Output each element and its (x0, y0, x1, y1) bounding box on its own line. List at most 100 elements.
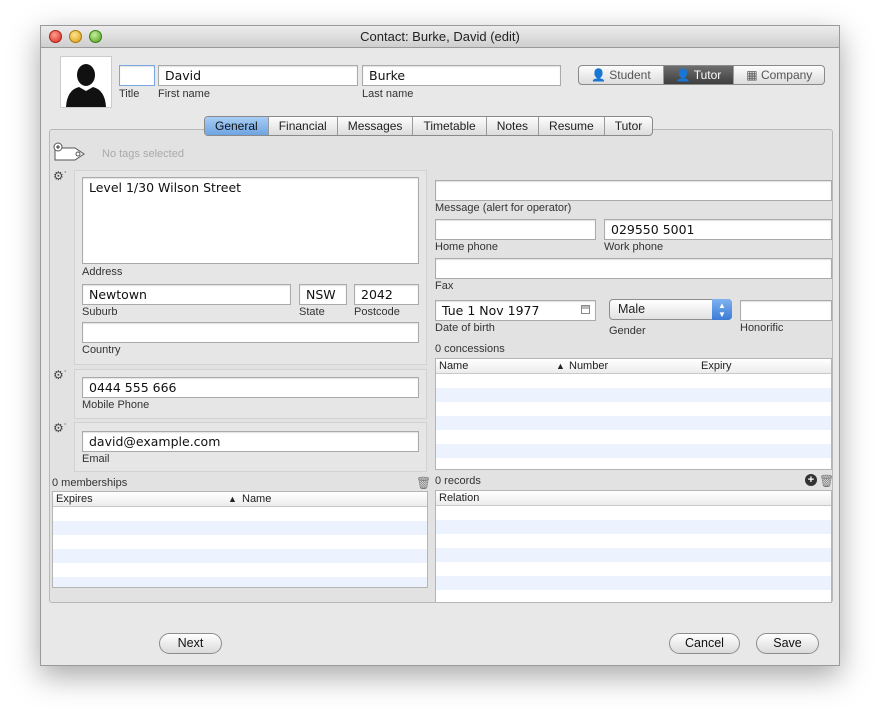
column-number[interactable]: Number (569, 360, 608, 372)
add-record-icon[interactable]: + (805, 474, 817, 486)
cancel-button[interactable]: Cancel (669, 633, 740, 654)
table-row (436, 562, 831, 576)
tab-messages[interactable]: Messages (338, 117, 414, 135)
address-gear-icon[interactable]: ⚙˙ (53, 170, 68, 182)
state-label: State (299, 306, 325, 318)
tags-placeholder: No tags selected (102, 148, 184, 160)
tab-general[interactable]: General (205, 117, 269, 135)
general-tab-panel: No tags selected ⚙˙ Level 1/30 Wilson St… (49, 129, 834, 603)
date-of-birth-field[interactable]: Tue 1 Nov 1977 (435, 300, 596, 321)
sort-ascending-icon: ▲ (228, 494, 237, 504)
role-company-button[interactable]: ▦ Company (734, 66, 824, 84)
table-row (436, 402, 831, 416)
home-phone-field[interactable] (435, 219, 596, 240)
calendar-icon[interactable] (581, 305, 590, 314)
column-name[interactable]: Name (242, 493, 271, 505)
student-icon: 👤 (591, 68, 610, 82)
role-tutor-label: Tutor (693, 68, 722, 82)
first-name-field[interactable]: David (158, 65, 358, 86)
table-row (436, 520, 831, 534)
address-label: Address (82, 266, 123, 278)
table-row (436, 506, 831, 520)
mobile-phone-field[interactable]: 0444 555 666 (82, 377, 419, 398)
last-name-label: Last name (362, 88, 414, 100)
title-label: Title (119, 88, 140, 100)
fax-field[interactable] (435, 258, 832, 279)
table-row (53, 549, 427, 563)
delete-membership-icon[interactable]: 🗑 (416, 476, 431, 490)
role-student-button[interactable]: 👤 Student (579, 66, 664, 84)
tab-tutor[interactable]: Tutor (605, 117, 653, 135)
table-row (436, 458, 831, 469)
records-table[interactable]: Relation (435, 490, 832, 603)
table-row (53, 563, 427, 577)
role-student-label: Student (609, 68, 651, 82)
title-field[interactable] (119, 65, 155, 86)
column-expires[interactable]: Expires (56, 493, 93, 505)
operator-message-field[interactable] (435, 180, 832, 201)
title-bar: Contact: Burke, David (edit) (41, 26, 839, 48)
table-row (436, 548, 831, 562)
tab-bar: General Financial Messages Timetable Not… (204, 116, 654, 136)
memberships-count: 0 memberships (52, 477, 128, 489)
contact-window: Contact: Burke, David (edit) Title David… (40, 25, 840, 666)
close-window-button[interactable] (49, 30, 62, 43)
gender-label: Gender (609, 325, 646, 337)
select-arrows-icon: ▲ ▼ (712, 299, 732, 320)
address-field[interactable]: Level 1/30 Wilson Street (82, 177, 419, 264)
date-of-birth-value: Tue 1 Nov 1977 (442, 303, 540, 318)
date-of-birth-label: Date of birth (435, 322, 495, 334)
tab-financial[interactable]: Financial (269, 117, 338, 135)
email-field[interactable]: david@example.com (82, 431, 419, 452)
first-name-label: First name (158, 88, 210, 100)
add-tag-icon[interactable] (53, 142, 87, 162)
tutor-icon: 👤 (675, 68, 694, 82)
role-tutor-button[interactable]: 👤 Tutor (663, 66, 735, 84)
person-silhouette-icon (66, 64, 106, 107)
company-icon: ▦ (746, 68, 761, 82)
next-button[interactable]: Next (159, 633, 222, 654)
state-field[interactable]: NSW (299, 284, 347, 305)
column-relation[interactable]: Relation (439, 492, 479, 504)
table-row (436, 374, 831, 388)
minimize-window-button[interactable] (69, 30, 82, 43)
work-phone-field[interactable]: 029550 5001 (604, 219, 832, 240)
avatar[interactable] (60, 56, 112, 108)
email-gear-icon[interactable]: ⚙˙ (53, 422, 68, 434)
table-row (436, 388, 831, 402)
sort-ascending-icon: ▲ (556, 361, 565, 371)
last-name-field[interactable]: Burke (362, 65, 561, 86)
home-phone-label: Home phone (435, 241, 498, 253)
records-table-header: Relation (436, 491, 831, 506)
postcode-field[interactable]: 2042 (354, 284, 419, 305)
column-expiry[interactable]: Expiry (701, 360, 732, 372)
column-name[interactable]: Name (439, 360, 468, 372)
concessions-table-header: Name ▲ Number Expiry (436, 359, 831, 374)
gender-value: Male (618, 302, 646, 316)
delete-record-icon[interactable]: 🗑 (819, 474, 834, 488)
table-row (53, 577, 427, 587)
save-button[interactable]: Save (756, 633, 819, 654)
email-label: Email (82, 453, 110, 465)
table-row (436, 534, 831, 548)
memberships-table[interactable]: Expires ▲ Name (52, 491, 428, 588)
honorific-label: Honorific (740, 322, 784, 334)
table-row (436, 590, 831, 602)
tab-resume[interactable]: Resume (539, 117, 605, 135)
tab-timetable[interactable]: Timetable (413, 117, 487, 135)
concessions-table[interactable]: Name ▲ Number Expiry (435, 358, 832, 470)
zoom-window-button[interactable] (89, 30, 102, 43)
contact-role-selector: 👤 Student 👤 Tutor ▦ Company (578, 65, 826, 85)
mobile-gear-icon[interactable]: ⚙˙ (53, 369, 68, 381)
country-field[interactable] (82, 322, 419, 343)
gender-select[interactable]: Male ▲ ▼ (609, 299, 732, 320)
table-row (436, 430, 831, 444)
tab-notes[interactable]: Notes (487, 117, 540, 135)
window-title: Contact: Burke, David (edit) (360, 29, 520, 44)
table-row (436, 576, 831, 590)
table-row (436, 444, 831, 458)
table-row (436, 416, 831, 430)
suburb-field[interactable]: Newtown (82, 284, 291, 305)
honorific-field[interactable] (740, 300, 832, 321)
mobile-phone-label: Mobile Phone (82, 399, 150, 411)
